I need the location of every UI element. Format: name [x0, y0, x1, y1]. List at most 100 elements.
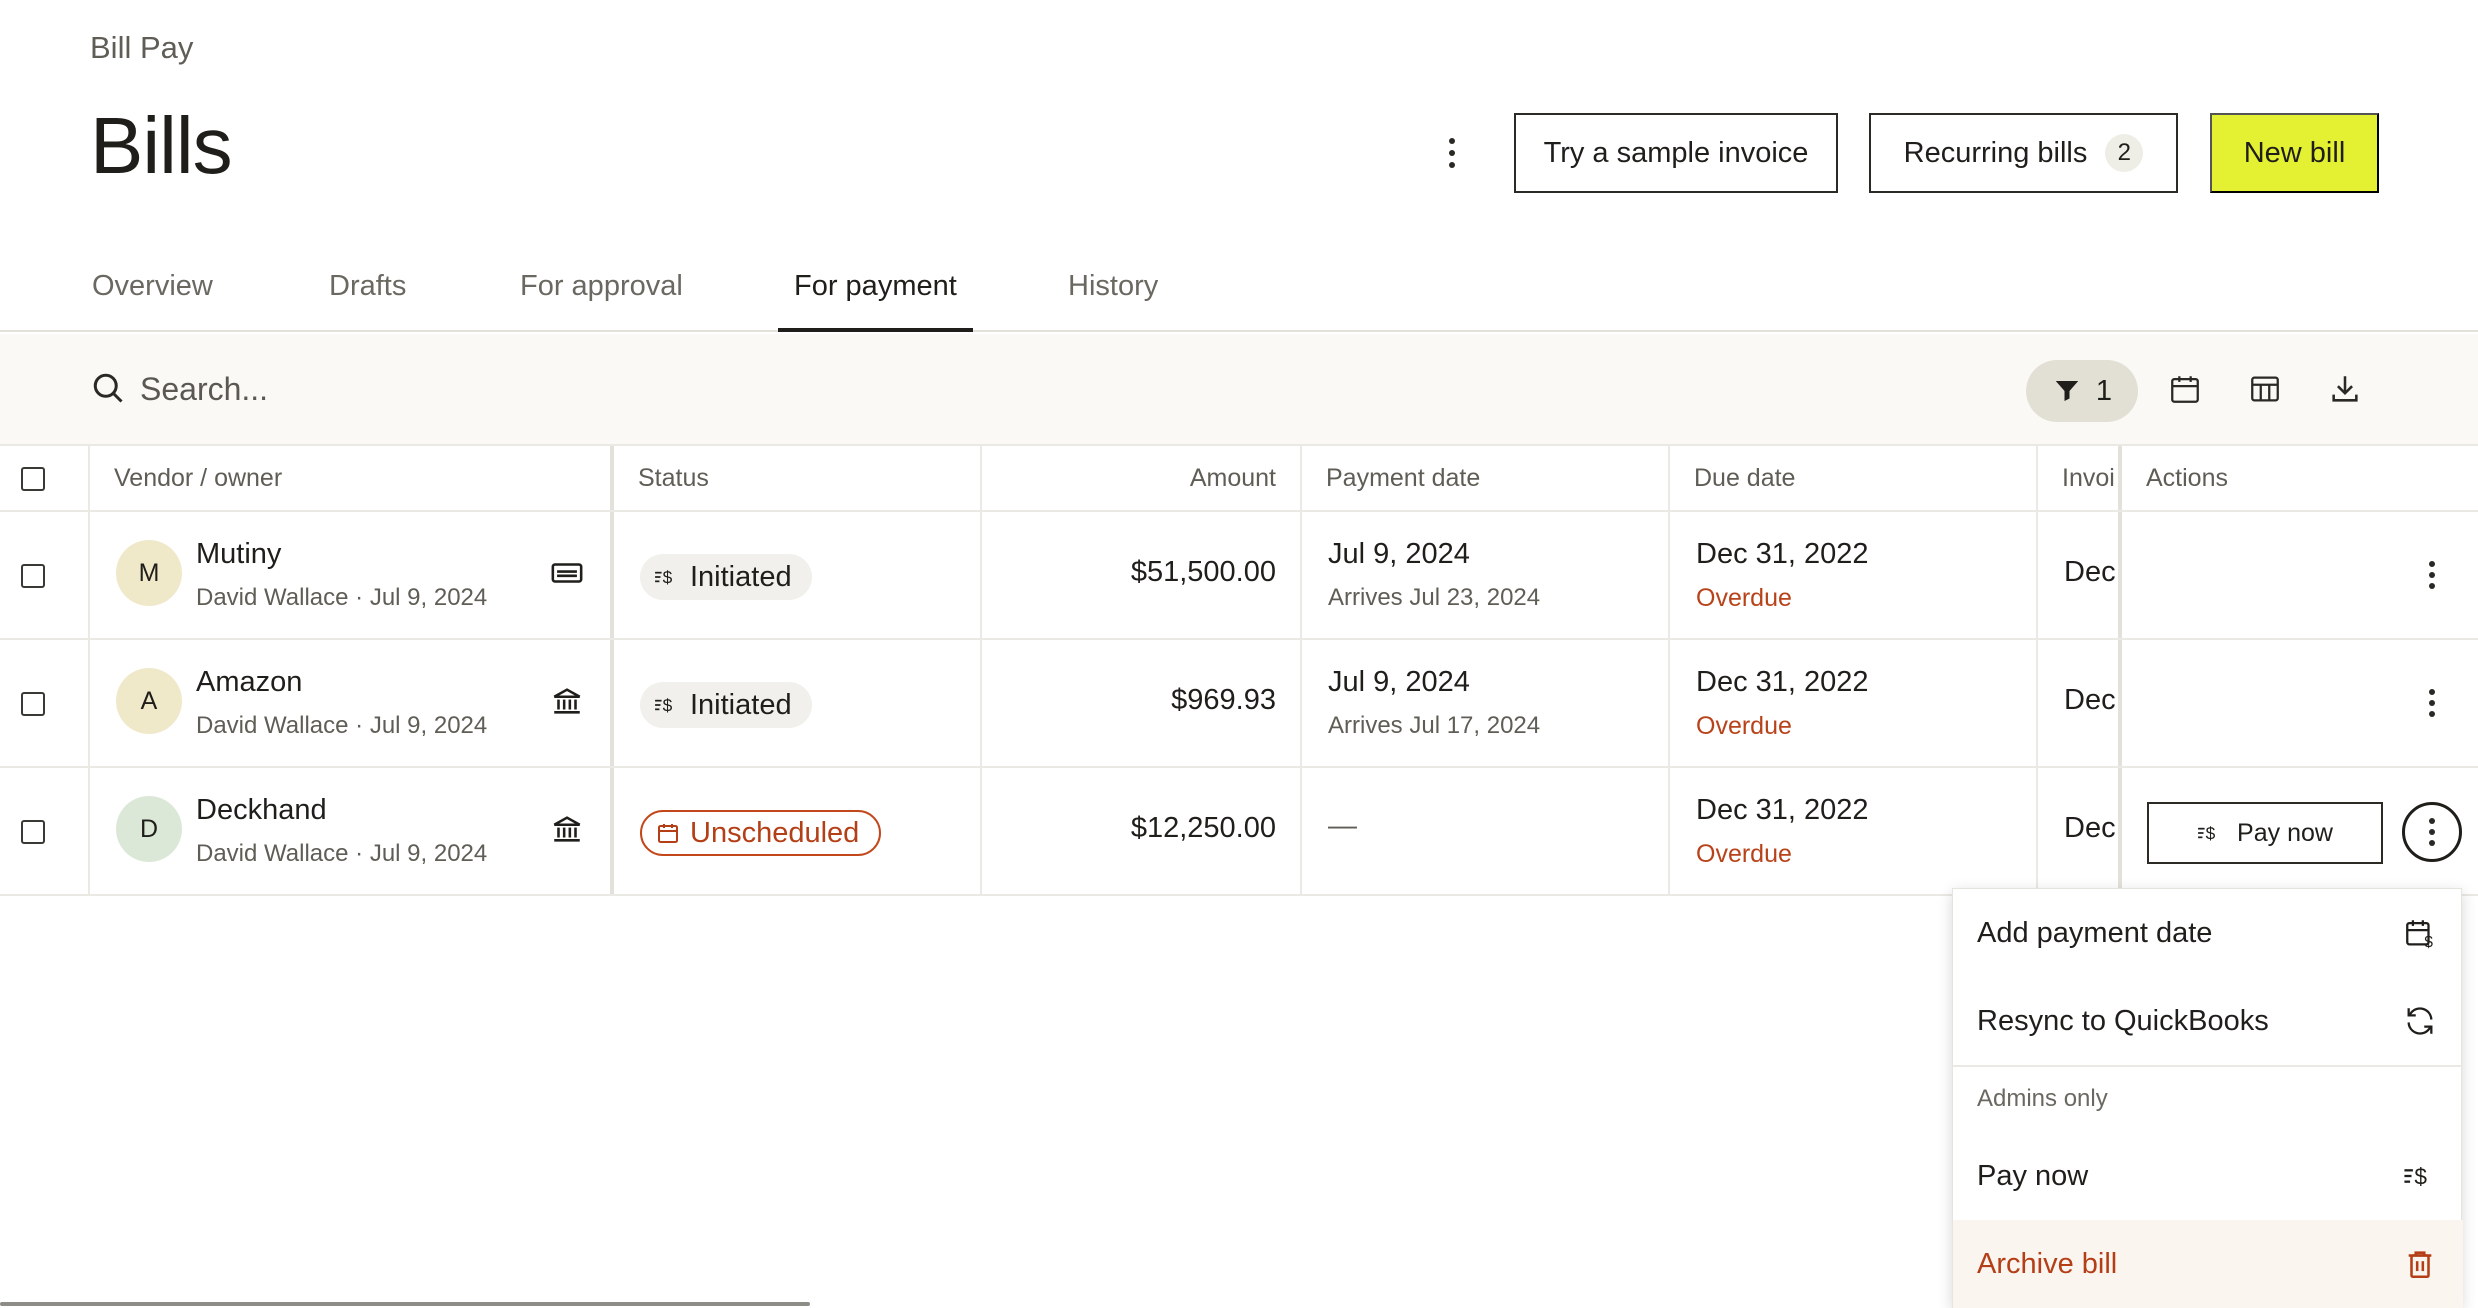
menu-item-label: Pay now — [1977, 1159, 2089, 1192]
tab-for-approval[interactable]: For approval — [520, 270, 683, 330]
row-actions-menu: Add payment date $ Resync to QuickBooks … — [1952, 888, 2463, 1308]
row-checkbox[interactable] — [21, 820, 45, 844]
menu-item-archive-bill[interactable]: Archive bill — [1953, 1220, 2463, 1308]
amount: $51,500.00 — [1130, 556, 1276, 588]
status-badge: Unscheduled — [640, 810, 882, 856]
column-header-payment-date[interactable]: Payment date — [1326, 464, 1480, 493]
recurring-bills-label: Recurring bills — [1903, 136, 2088, 169]
column-header-status[interactable]: Status — [638, 464, 709, 493]
trash-icon — [2408, 1251, 2432, 1279]
column-header-due-date[interactable]: Due date — [1694, 464, 1795, 493]
kebab-icon — [2429, 561, 2435, 567]
select-all-checkbox[interactable] — [21, 467, 45, 491]
filter-icon — [2055, 381, 2079, 401]
row-checkbox[interactable] — [21, 692, 45, 716]
vendor-owner: David Wallace · Jul 9, 2024 — [196, 584, 488, 611]
bank-icon — [553, 816, 581, 842]
vendor-name: Amazon — [196, 666, 303, 698]
calendar-icon[interactable] — [2168, 372, 2202, 406]
svg-text:$: $ — [2206, 824, 2216, 844]
tab-drafts[interactable]: Drafts — [329, 270, 406, 330]
column-header-invoice[interactable]: Invoice — [2062, 464, 2114, 493]
column-header-actions: Actions — [2146, 464, 2228, 492]
due-date: Dec 31, 2022 — [1696, 666, 1869, 698]
invoice-date: Dec — [2064, 556, 2116, 588]
menu-item-resync-quickbooks[interactable]: Resync to QuickBooks — [1953, 977, 2463, 1065]
card-icon — [551, 563, 583, 583]
menu-item-label: Add payment date — [1977, 916, 2213, 949]
payment-date: Jul 9, 2024 — [1328, 666, 1470, 698]
transfer-dollar-icon: $ — [655, 696, 673, 716]
vendor-owner: David Wallace · Jul 9, 2024 — [196, 840, 488, 867]
tab-for-payment[interactable]: For payment — [778, 270, 973, 332]
invoice-date: Dec — [2064, 684, 2116, 716]
menu-section-label: Admins only — [1977, 1085, 2108, 1112]
more-options-button[interactable] — [1432, 130, 1472, 176]
transfer-dollar-icon: $ — [2404, 1164, 2427, 1190]
filter-button[interactable]: 1 — [2026, 360, 2138, 422]
try-sample-invoice-label: Try a sample invoice — [1543, 136, 1809, 169]
row-actions-button[interactable] — [2412, 680, 2452, 726]
pay-now-label: Pay now — [2237, 818, 2333, 847]
tab-overview[interactable]: Overview — [92, 270, 213, 330]
recurring-count-badge: 2 — [2105, 134, 2144, 172]
arrival-date: Arrives Jul 17, 2024 — [1328, 712, 1541, 739]
avatar: M — [116, 540, 182, 606]
amount: $969.93 — [1171, 684, 1276, 716]
new-bill-button[interactable]: New bill — [2210, 113, 2379, 193]
search-icon — [93, 373, 123, 403]
search-input[interactable] — [140, 364, 840, 414]
status-badge: $ Initiated — [640, 682, 812, 728]
svg-text:$: $ — [663, 568, 673, 588]
column-header-amount[interactable]: Amount — [1190, 464, 1276, 493]
kebab-icon — [2429, 818, 2435, 824]
row-actions-button[interactable] — [2412, 552, 2452, 598]
overdue-label: Overdue — [1696, 840, 1792, 868]
pay-now-button[interactable]: $ Pay now — [2147, 802, 2383, 864]
avatar: A — [116, 668, 182, 734]
svg-text:$: $ — [2424, 934, 2433, 950]
tab-bar: Overview Drafts For approval For payment… — [0, 262, 2478, 332]
payment-date: — — [1328, 810, 1357, 842]
menu-item-add-payment-date[interactable]: Add payment date $ — [1953, 889, 2463, 977]
horizontal-scrollbar[interactable] — [0, 1302, 810, 1306]
breadcrumb[interactable]: Bill Pay — [90, 30, 193, 66]
overdue-label: Overdue — [1696, 712, 1792, 740]
table-row[interactable]: D Deckhand David Wallace · Jul 9, 2024 U… — [0, 768, 2478, 896]
bank-icon — [553, 688, 581, 714]
payment-date: Jul 9, 2024 — [1328, 538, 1470, 570]
status-label: Initiated — [690, 688, 792, 721]
table-row[interactable]: A Amazon David Wallace · Jul 9, 2024 $ I… — [0, 640, 2478, 768]
try-sample-invoice-button[interactable]: Try a sample invoice — [1514, 113, 1838, 193]
overdue-label: Overdue — [1696, 584, 1792, 612]
due-date: Dec 31, 2022 — [1696, 538, 1869, 570]
kebab-icon — [1449, 138, 1455, 144]
status-label: Unscheduled — [690, 816, 860, 849]
table-row[interactable]: M Mutiny David Wallace · Jul 9, 2024 $ I… — [0, 512, 2478, 640]
transfer-dollar-icon: $ — [2198, 824, 2216, 844]
invoice-date: Dec — [2064, 812, 2116, 844]
filter-count: 1 — [2095, 374, 2113, 407]
due-date: Dec 31, 2022 — [1696, 794, 1869, 826]
kebab-icon — [2429, 689, 2435, 695]
columns-icon[interactable] — [2248, 372, 2282, 406]
menu-item-label: Resync to QuickBooks — [1977, 1004, 2269, 1037]
table-header-row: Vendor / owner Status Amount Payment dat… — [0, 446, 2478, 512]
column-header-vendor[interactable]: Vendor / owner — [114, 464, 282, 493]
menu-item-pay-now[interactable]: Pay now $ — [1953, 1132, 2463, 1220]
status-badge: $ Initiated — [640, 554, 812, 600]
arrival-date: Arrives Jul 23, 2024 — [1328, 584, 1541, 611]
row-checkbox[interactable] — [21, 564, 45, 588]
status-label: Initiated — [690, 560, 792, 593]
download-icon[interactable] — [2328, 372, 2362, 406]
tab-history[interactable]: History — [1068, 270, 1158, 330]
amount: $12,250.00 — [1130, 812, 1276, 844]
refresh-icon — [2407, 1007, 2433, 1035]
vendor-name: Deckhand — [196, 794, 327, 826]
vendor-name: Mutiny — [196, 538, 282, 570]
row-actions-button[interactable] — [2402, 802, 2462, 862]
page-title: Bills — [90, 101, 233, 190]
recurring-bills-button[interactable]: Recurring bills 2 — [1869, 113, 2178, 193]
vendor-owner: David Wallace · Jul 9, 2024 — [196, 712, 488, 739]
svg-text:$: $ — [663, 696, 673, 716]
